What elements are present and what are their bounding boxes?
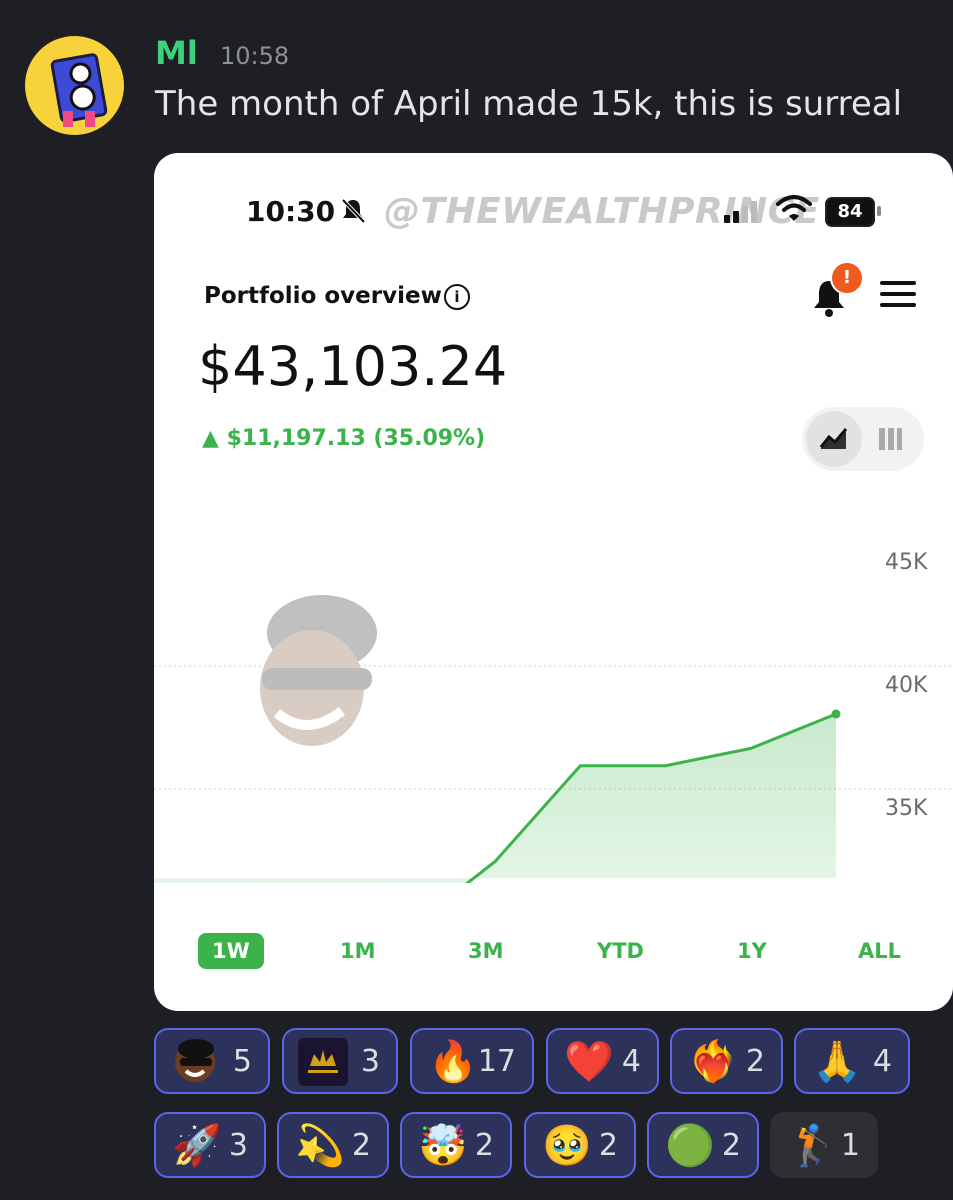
leg-icon (63, 111, 73, 127)
reaction-count: 3 (228, 1128, 248, 1163)
reaction-count: 17 (477, 1044, 516, 1079)
line-chart-icon (819, 428, 848, 449)
info-icon[interactable]: i (444, 284, 470, 310)
range-tab-3m[interactable]: 3M (468, 939, 504, 963)
page-title: Portfolio overview (204, 283, 442, 309)
reaction-logo[interactable]: 3 (282, 1028, 398, 1094)
speaker-cone-icon (67, 82, 98, 113)
green-circle-emoji-icon: 🟢 (665, 1123, 715, 1169)
silent-bell-icon (341, 198, 366, 224)
fire-emoji-icon: 🔥 (428, 1039, 478, 1085)
range-tab-ytd[interactable]: YTD (597, 939, 644, 963)
rocket-emoji-icon: 🚀 (172, 1123, 222, 1169)
notification-badge: ! (830, 261, 864, 295)
range-tab-1y[interactable]: 1Y (737, 939, 767, 963)
user-avatar[interactable] (25, 36, 124, 135)
reaction-count: 2 (598, 1128, 618, 1163)
mind-blown-emoji-icon: 🤯 (418, 1123, 468, 1169)
reaction-count: 2 (351, 1128, 371, 1163)
speaker-character (49, 52, 109, 124)
reaction-heart[interactable]: ❤️ 4 (546, 1028, 659, 1094)
range-tab-1m[interactable]: 1M (340, 939, 376, 963)
portfolio-balance: $43,103.24 (198, 335, 508, 398)
message-timestamp: 10:58 (220, 42, 290, 70)
reaction-mind-blown[interactable]: 🤯 2 (400, 1112, 512, 1178)
reaction-count: 4 (621, 1044, 641, 1079)
face-emoji-icon (175, 1039, 215, 1082)
reaction-fire[interactable]: 🔥 17 (410, 1028, 534, 1094)
heart-emoji-icon: ❤️ (564, 1039, 614, 1085)
leg-icon (85, 111, 95, 127)
attached-image[interactable]: 10:30 @THEWEALTHPRINCE 84 Portfolio over… (154, 153, 953, 1011)
reaction-count: 4 (872, 1044, 892, 1079)
battery-indicator: 84 (825, 197, 875, 227)
menu-icon[interactable] (880, 281, 916, 314)
reaction-count: 2 (721, 1128, 741, 1163)
y-tick-label: 45K (885, 550, 928, 575)
chart-area-fill (154, 714, 836, 883)
range-tab-1w[interactable]: 1W (198, 933, 264, 969)
wifi-icon (776, 195, 812, 221)
reaction-green-circle[interactable]: 🟢 2 (647, 1112, 759, 1178)
reaction-count: 2 (474, 1128, 494, 1163)
heart-on-fire-emoji-icon: ❤️‍🔥 (688, 1039, 738, 1085)
message-text: The month of April made 15k, this is sur… (155, 84, 903, 124)
range-tab-all[interactable]: ALL (858, 939, 901, 963)
golfer-emoji-icon: 🏌️ (788, 1123, 838, 1169)
y-tick-label: 40K (885, 673, 928, 698)
reaction-pray[interactable]: 🙏 4 (794, 1028, 910, 1094)
reaction-count: 2 (745, 1044, 765, 1079)
reaction-rocket[interactable]: 🚀 3 (154, 1112, 266, 1178)
signal-icon (724, 201, 757, 223)
reaction-count: 1 (840, 1128, 860, 1163)
reaction-face[interactable]: 5 (154, 1028, 270, 1094)
battery-tip (877, 206, 881, 216)
pray-emoji-icon: 🙏 (812, 1039, 862, 1085)
reaction-heart-fire[interactable]: ❤️‍🔥 2 (670, 1028, 783, 1094)
reaction-dizzy[interactable]: 💫 2 (277, 1112, 389, 1178)
bar-chart-icon[interactable] (879, 428, 903, 450)
username[interactable]: Ml (155, 34, 198, 72)
reaction-golfer[interactable]: 🏌️ 1 (770, 1112, 878, 1178)
chart-point (831, 709, 841, 719)
portfolio-chart[interactable] (154, 513, 953, 883)
reaction-count: 3 (360, 1044, 380, 1079)
dizzy-emoji-icon: 💫 (295, 1123, 345, 1169)
status-time: 10:30 (246, 195, 336, 228)
reaction-holding-tears[interactable]: 🥹 2 (524, 1112, 636, 1178)
reaction-count: 5 (232, 1044, 252, 1079)
holding-back-tears-emoji-icon: 🥹 (542, 1123, 592, 1169)
portfolio-change: ▲ $11,197.13 (35.09%) (202, 426, 486, 451)
speaker-eye-icon (67, 60, 94, 87)
crown-logo-icon (298, 1038, 348, 1086)
y-tick-label: 35K (885, 796, 928, 821)
